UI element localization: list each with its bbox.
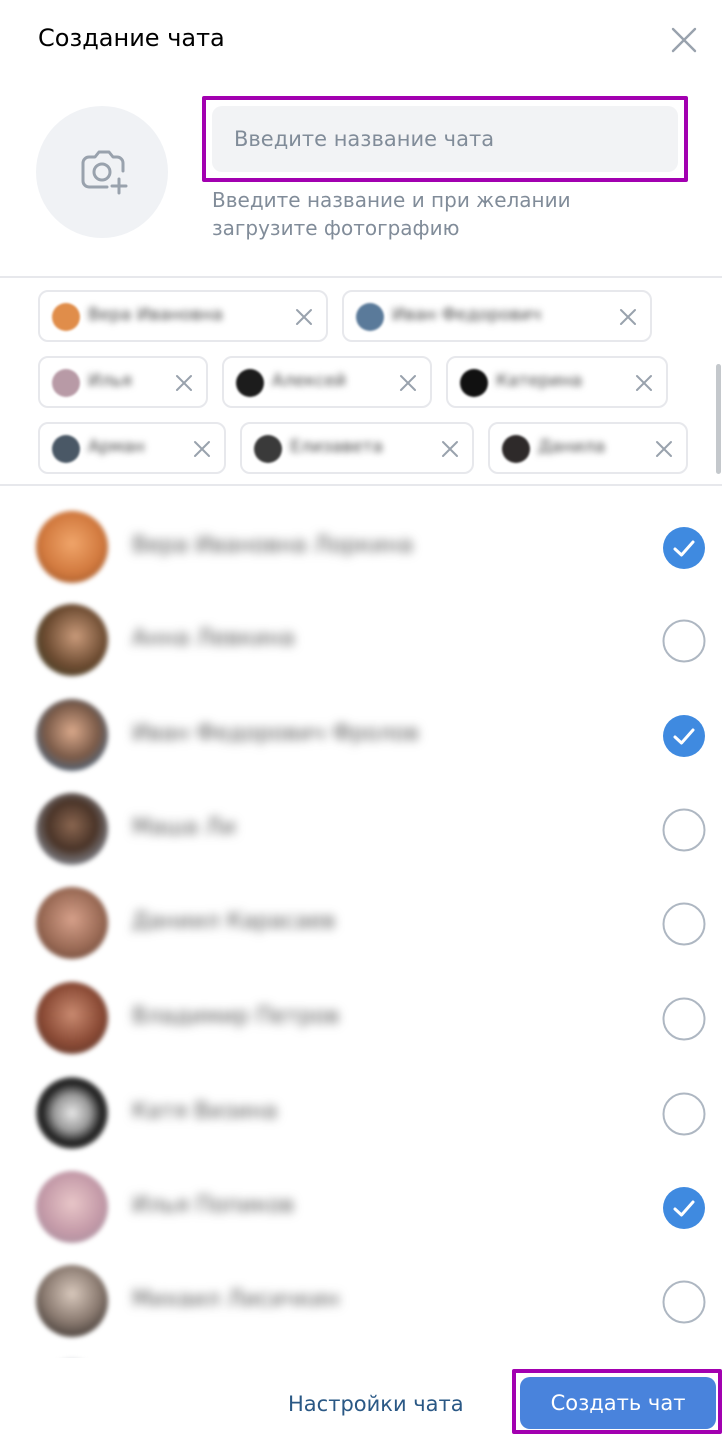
chip-avatar bbox=[52, 303, 80, 331]
selected-chip: Иван Федорович bbox=[342, 290, 652, 342]
chat-name-hint: Введите название и при желании загрузите… bbox=[212, 186, 652, 242]
contact-row[interactable]: Анна Левкина bbox=[0, 593, 722, 687]
avatar bbox=[36, 511, 108, 583]
divider bbox=[0, 484, 722, 486]
chat-name-input[interactable] bbox=[212, 106, 678, 172]
contact-name: Маша Ли bbox=[132, 815, 236, 840]
chat-name-field-highlight bbox=[202, 96, 688, 182]
contact-row[interactable]: Вера Ивановна Лоркина bbox=[0, 500, 722, 594]
chip-avatar bbox=[52, 435, 80, 463]
selected-chip: Илья bbox=[38, 356, 208, 408]
chip-name: Илья bbox=[88, 371, 132, 391]
selected-chip: Арман bbox=[38, 422, 226, 474]
contact-name: Михаил Лисичкин bbox=[132, 1287, 340, 1312]
remove-chip-icon[interactable] bbox=[652, 437, 676, 461]
checkbox[interactable] bbox=[662, 1280, 706, 1324]
chip-name: Алексей bbox=[272, 371, 347, 391]
avatar bbox=[36, 982, 108, 1054]
contact-row[interactable]: Маша Ли bbox=[0, 782, 722, 876]
contact-row[interactable]: Катя Визина bbox=[0, 1066, 722, 1160]
checkbox[interactable] bbox=[662, 714, 706, 758]
remove-chip-icon[interactable] bbox=[438, 437, 462, 461]
chip-name: Данила bbox=[538, 437, 606, 457]
contact-name: Катя Визина bbox=[132, 1099, 278, 1124]
selected-chip: Алексей bbox=[222, 356, 432, 408]
chip-avatar bbox=[502, 435, 530, 463]
checkbox[interactable] bbox=[662, 997, 706, 1041]
hint-line-2: загрузите фотографию bbox=[212, 216, 460, 240]
chip-name: Вера Ивановна bbox=[88, 305, 223, 325]
camera-plus-icon bbox=[81, 150, 128, 195]
contact-name: Илья Попиков bbox=[132, 1193, 295, 1218]
remove-chip-icon[interactable] bbox=[190, 437, 214, 461]
close-icon[interactable] bbox=[664, 20, 704, 60]
avatar bbox=[36, 887, 108, 959]
remove-chip-icon[interactable] bbox=[396, 371, 420, 395]
chip-name: Елизавета bbox=[290, 437, 383, 457]
upload-photo-button[interactable] bbox=[36, 106, 168, 238]
contact-row[interactable]: Илья Попиков bbox=[0, 1160, 722, 1254]
remove-chip-icon[interactable] bbox=[292, 305, 316, 329]
checkbox[interactable] bbox=[662, 619, 706, 663]
remove-chip-icon[interactable] bbox=[632, 371, 656, 395]
create-chat-button[interactable]: Создать чат bbox=[520, 1377, 716, 1429]
avatar bbox=[36, 793, 108, 865]
chip-name: Иван Федорович bbox=[392, 305, 542, 325]
chat-settings-link[interactable]: Настройки чата bbox=[288, 1392, 464, 1416]
avatar bbox=[36, 604, 108, 676]
checkbox[interactable] bbox=[662, 526, 706, 570]
contact-name: Иван Федорович Фролов bbox=[132, 721, 419, 746]
chip-avatar bbox=[254, 435, 282, 463]
checkbox[interactable] bbox=[662, 808, 706, 852]
avatar bbox=[36, 1265, 108, 1337]
checkbox[interactable] bbox=[662, 902, 706, 946]
chat-name-input-wrapper bbox=[212, 106, 678, 172]
selected-chip: Данила bbox=[488, 422, 688, 474]
chip-avatar bbox=[52, 369, 80, 397]
checkbox[interactable] bbox=[662, 1092, 706, 1136]
chip-avatar bbox=[460, 369, 488, 397]
selected-chip: Вера Ивановна bbox=[38, 290, 328, 342]
dialog-title: Создание чата bbox=[38, 24, 225, 52]
divider bbox=[0, 276, 722, 278]
contact-name: Вера Ивановна Лоркина bbox=[132, 533, 414, 558]
contact-row[interactable]: Михаил Лисичкин bbox=[0, 1254, 722, 1348]
contact-name: Владимир Петров bbox=[132, 1004, 340, 1029]
contact-name: Даниил Карасаев bbox=[132, 909, 336, 934]
selected-chip: Катерина bbox=[446, 356, 668, 408]
avatar bbox=[36, 1077, 108, 1149]
contact-row[interactable]: Иван Федорович Фролов bbox=[0, 688, 722, 782]
remove-chip-icon[interactable] bbox=[616, 305, 640, 329]
chip-name: Катерина bbox=[496, 371, 583, 391]
contact-name: Анна Левкина bbox=[132, 626, 295, 651]
contact-row[interactable]: Владимир Петров bbox=[0, 971, 722, 1065]
contact-row[interactable]: Даниил Карасаев bbox=[0, 876, 722, 970]
hint-line-1: Введите название и при желании bbox=[212, 188, 571, 212]
chip-name: Арман bbox=[88, 437, 145, 457]
checkbox[interactable] bbox=[662, 1186, 706, 1230]
avatar bbox=[36, 1171, 108, 1243]
dialog-header: Создание чата bbox=[0, 0, 722, 80]
chip-avatar bbox=[236, 369, 264, 397]
chip-avatar bbox=[356, 303, 384, 331]
remove-chip-icon[interactable] bbox=[172, 371, 196, 395]
avatar bbox=[36, 699, 108, 771]
selected-chip: Елизавета bbox=[240, 422, 474, 474]
chips-scrollbar[interactable] bbox=[716, 364, 721, 474]
